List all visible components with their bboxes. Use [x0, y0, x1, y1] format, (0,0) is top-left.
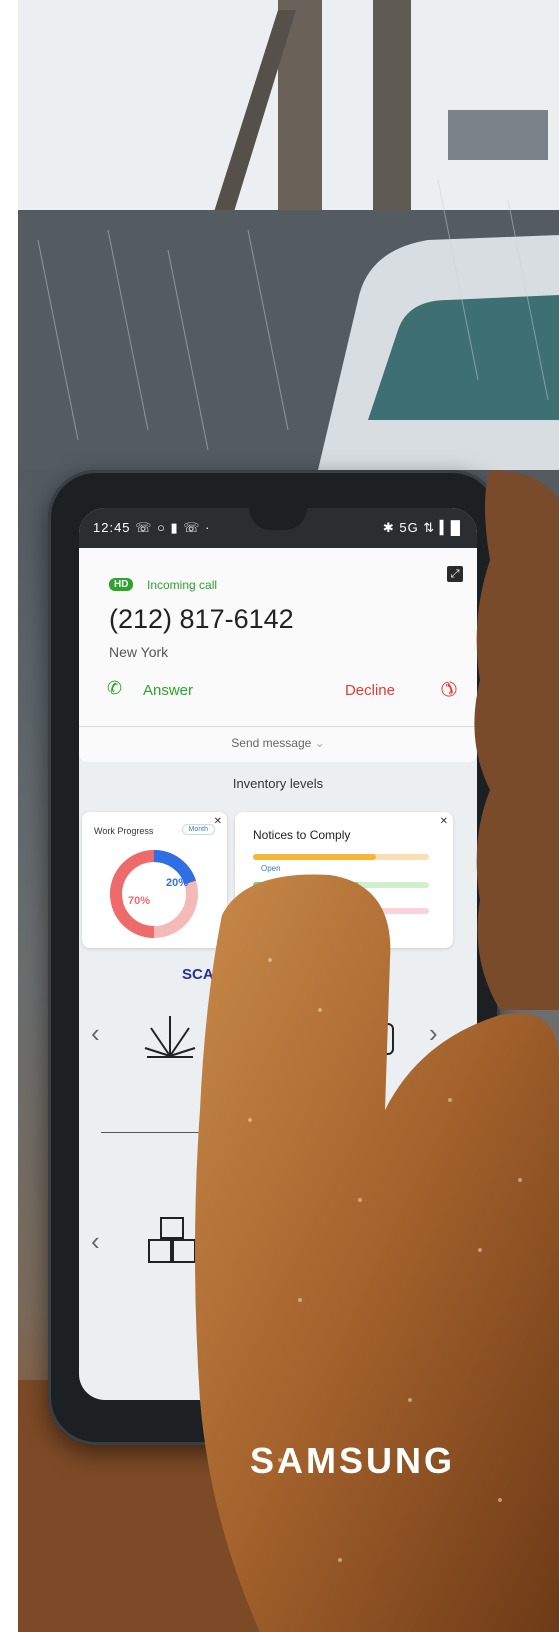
scan-label: SCA [182, 966, 214, 983]
notice-status: Open [261, 864, 281, 873]
notices-widget[interactable]: Notices to Comply ✕ Open [235, 812, 453, 948]
decline-phone-icon[interactable]: ✆ [434, 674, 464, 704]
hd-badge: HD [109, 578, 134, 591]
phone-screen: 12:45 ☏ ○ ▮ ☏ · ✱ 5G ⇅ ▍█ HD Incoming ca… [79, 508, 477, 1400]
caller-number: (212) 817-6142 [109, 604, 294, 634]
chevron-down-icon: ⌄ [314, 736, 325, 750]
notice-bar-fill [253, 908, 341, 914]
chevron-left-icon[interactable]: ‹ [91, 1226, 100, 1257]
notice-bar-track [253, 882, 429, 888]
status-signal-icons: ✱ 5G ⇅ ▍█ [382, 520, 461, 535]
answer-phone-icon[interactable]: ✆ [107, 678, 122, 699]
boxes-icon[interactable] [145, 1214, 201, 1270]
chevron-left-icon[interactable]: ‹ [91, 1018, 100, 1049]
status-bar: 12:45 ☏ ○ ▮ ☏ · ✱ 5G ⇅ ▍█ [79, 508, 477, 548]
progress-donut: 20% 70% [110, 850, 198, 938]
send-message-button[interactable]: Send message ⌄ [79, 736, 477, 750]
card-divider [79, 726, 477, 727]
camera-notch [249, 508, 307, 530]
samsung-logo: SAMSUNG [250, 1440, 456, 1481]
notice-bar-track [253, 908, 429, 914]
caller-location: New York [109, 644, 169, 660]
inventory-levels-label: Inventory levels [232, 776, 324, 791]
ad-canvas: 12:45 ☏ ○ ▮ ☏ · ✱ 5G ⇅ ▍█ HD Incoming ca… [0, 0, 559, 1632]
work-progress-widget[interactable]: Work Progress Month ✕ 20% 70% [82, 812, 227, 948]
remaining-pct-label: 70% [128, 895, 150, 907]
expand-icon[interactable]: ⤢ [447, 566, 463, 582]
notice-bar-fill [253, 854, 377, 860]
chevron-right-icon[interactable]: › [429, 1018, 438, 1049]
incoming-call-card: HD Incoming call ⤢ (212) 817-6142 New Yo… [79, 548, 477, 762]
notice-bar-fill [253, 882, 359, 888]
section-divider [101, 1132, 431, 1133]
decline-button[interactable]: Decline [345, 682, 395, 699]
notices-title: Notices to Comply [253, 828, 351, 842]
document-icon[interactable] [367, 1022, 397, 1056]
answer-button[interactable]: Answer [143, 682, 193, 699]
completed-pct-label: 20% [166, 877, 188, 889]
close-icon[interactable]: ✕ [440, 816, 448, 827]
notice-bar-track [253, 854, 429, 860]
status-time: 12:45 ☏ ○ ▮ ☏ · [93, 520, 211, 535]
scan-burst-icon[interactable] [143, 1010, 197, 1060]
call-status: Incoming call [147, 578, 218, 592]
